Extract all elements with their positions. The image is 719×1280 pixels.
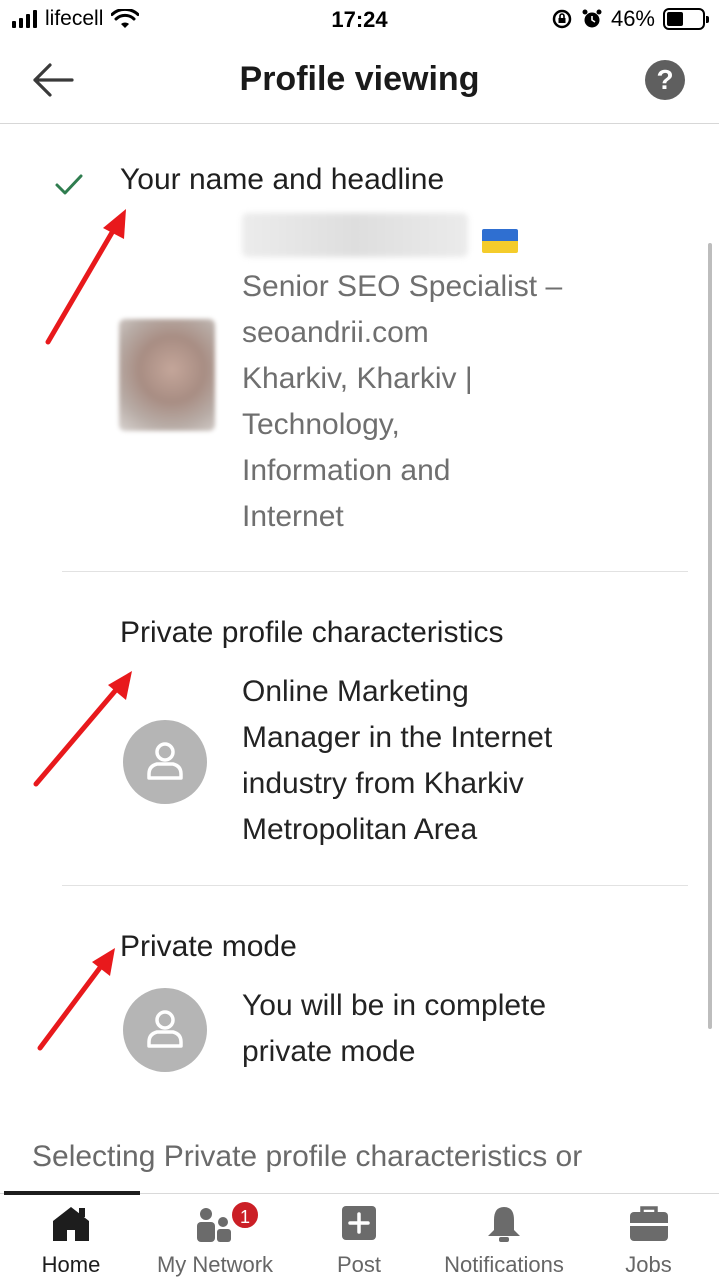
nav-label: Notifications	[444, 1252, 564, 1277]
home-icon	[53, 1207, 89, 1241]
profile-photo	[119, 319, 215, 431]
headline-text: Senior SEO Specialist – seoandrii.com Kh…	[242, 264, 622, 540]
private-mode-text: You will be in complete private mode	[242, 983, 622, 1075]
person-icon	[147, 742, 183, 780]
anonymous-avatar	[123, 720, 207, 804]
person-icon	[147, 1010, 183, 1048]
notification-badge: 1	[230, 1200, 260, 1230]
status-bar: lifecell 17:24 46%	[0, 0, 719, 40]
nav-label: Jobs	[625, 1252, 672, 1277]
headline-line: Information and	[242, 454, 451, 487]
private-characteristics-text: Online Marketing Manager in the Internet…	[242, 669, 622, 853]
headline-line: Senior SEO Specialist –	[242, 270, 563, 303]
alarm-icon	[582, 9, 602, 28]
description-line: industry from Kharkiv	[242, 767, 524, 800]
description-line: Online Marketing	[242, 675, 469, 708]
orientation-lock-icon	[552, 9, 572, 29]
option-private-mode[interactable]: Private mode You will be in complete pri…	[0, 886, 719, 1086]
battery-icon	[663, 8, 709, 30]
headline-line: Kharkiv, Kharkiv |	[242, 362, 473, 395]
nav-label: My Network	[156, 1252, 274, 1277]
ukraine-flag-icon	[482, 229, 518, 253]
battery-percent: 46%	[610, 6, 655, 31]
headline-line: seoandrii.com	[242, 316, 429, 349]
nav-home[interactable]: Home	[0, 1194, 142, 1280]
description-line: You will be in complete	[242, 989, 547, 1022]
description-line: Manager in the Internet	[242, 721, 553, 754]
profile-viewing-options: Your name and headline Senior SEO Specia…	[0, 125, 719, 1193]
bell-icon	[488, 1207, 520, 1242]
nav-post[interactable]: Post	[288, 1194, 430, 1280]
anonymous-avatar	[123, 988, 207, 1072]
headline-line: Technology,	[242, 408, 400, 441]
help-button[interactable]: ?	[645, 60, 685, 100]
nav-label: Post	[336, 1252, 382, 1277]
footer-note: Selecting Private profile characteristic…	[32, 1140, 583, 1173]
nav-label: Home	[41, 1252, 101, 1277]
nav-my-network[interactable]: 1 My Network	[142, 1194, 288, 1280]
nav-notifications[interactable]: Notifications	[430, 1194, 578, 1280]
option-title: Private profile characteristics	[120, 616, 504, 649]
page-title: Profile viewing	[239, 60, 480, 98]
headline-line: Internet	[242, 500, 344, 533]
option-title: Your name and headline	[120, 163, 445, 196]
option-private-characteristics[interactable]: Private profile characteristics Online M…	[0, 572, 719, 885]
option-title: Private mode	[120, 930, 297, 963]
description-line: Metropolitan Area	[242, 813, 478, 846]
option-name-and-headline[interactable]: Your name and headline Senior SEO Specia…	[0, 125, 719, 571]
check-icon	[55, 174, 83, 195]
briefcase-icon	[629, 1206, 668, 1241]
bottom-navigation: Home 1 My Network Post Notifications Job…	[0, 1191, 719, 1280]
nav-jobs[interactable]: Jobs	[578, 1194, 719, 1280]
blurred-name	[242, 213, 468, 257]
post-icon	[342, 1206, 376, 1240]
header: Profile viewing ?	[0, 40, 719, 124]
description-line: private mode	[242, 1035, 416, 1068]
